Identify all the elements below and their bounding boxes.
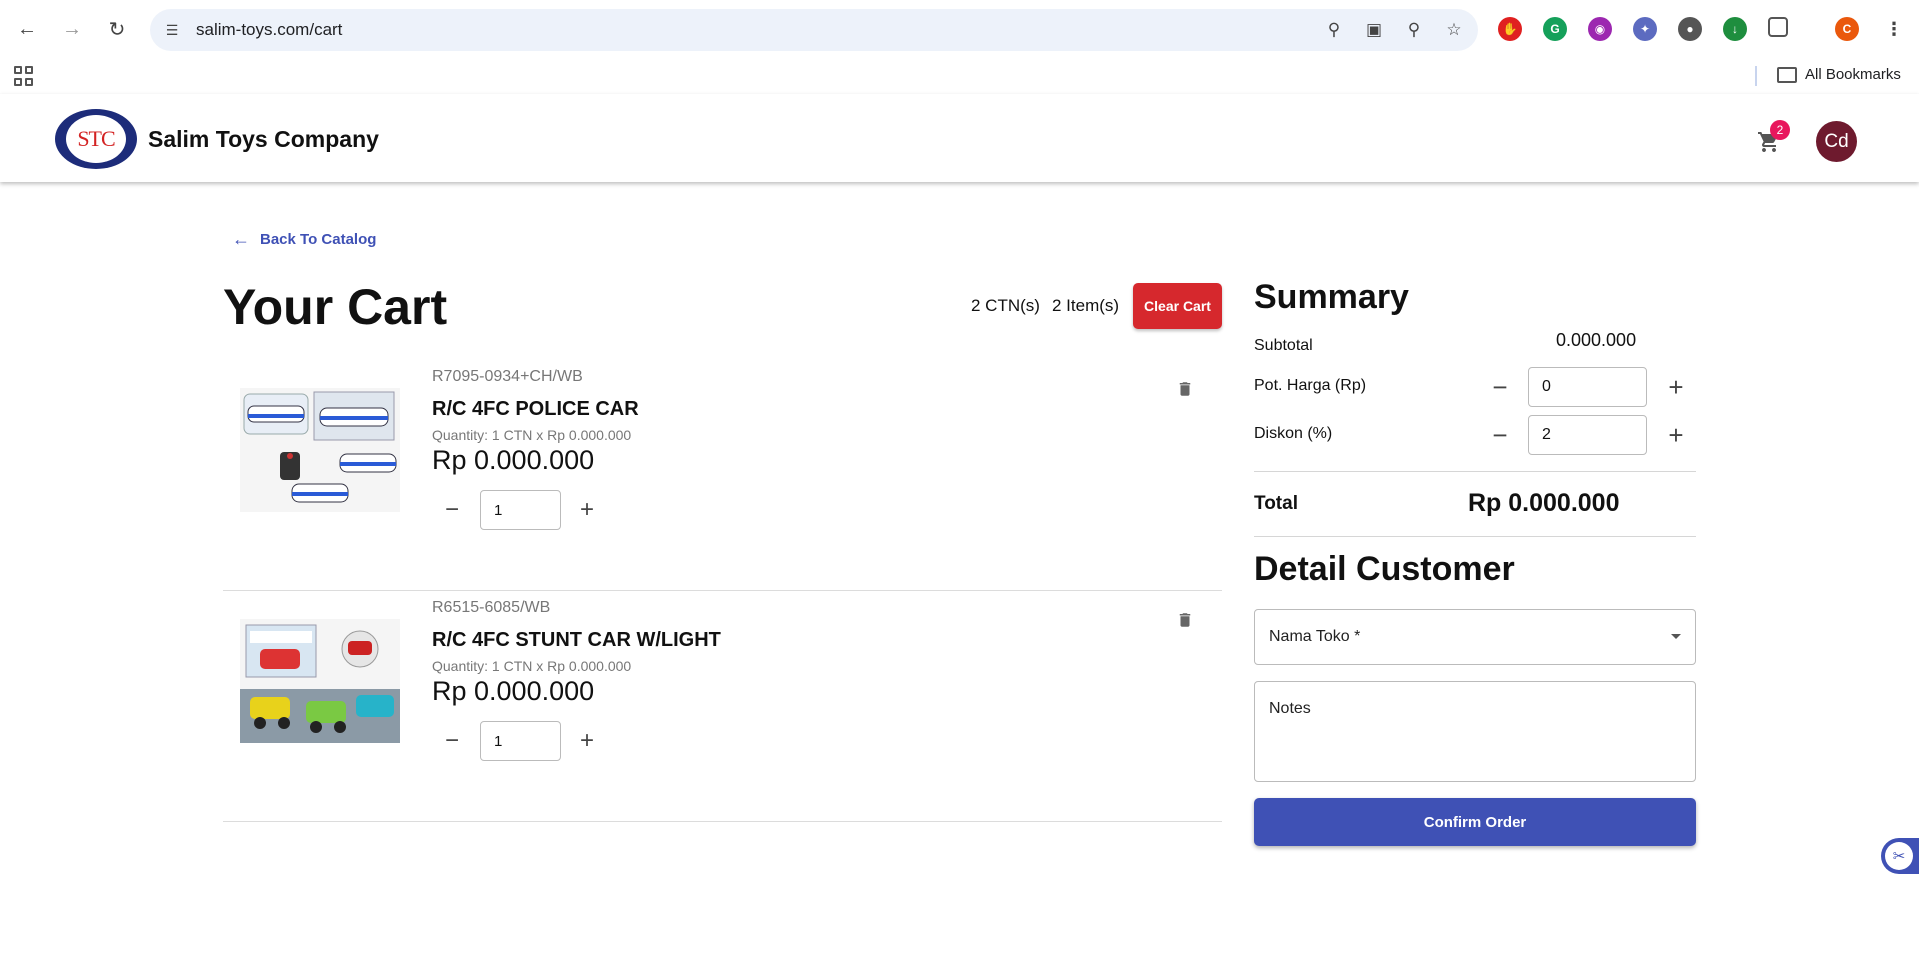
total-value: Rp 0.000.000	[1468, 489, 1620, 517]
zoom-icon[interactable]: ⚲	[1402, 19, 1426, 41]
adblock-extension-icon[interactable]: ✋	[1498, 17, 1522, 41]
trash-icon[interactable]	[1176, 609, 1194, 631]
subtotal-value: 0.000.000	[1556, 330, 1637, 350]
company-logo[interactable]: STC	[55, 109, 137, 169]
product-image[interactable]	[240, 388, 400, 512]
browser-toolbar: ← → ↻ ☰ salim-toys.com/cart ⚲ ▣ ⚲ ☆ ✋ G …	[0, 0, 1919, 58]
product-code: R7095-0934+CH/WB	[432, 368, 583, 385]
quantity-line: Quantity: 1 CTN x Rp 0.000.000	[432, 658, 632, 674]
apps-grid-icon[interactable]	[14, 66, 34, 86]
summary-title: Summary	[1254, 278, 1409, 316]
increase-quantity-button[interactable]: +	[572, 495, 602, 525]
page-title: Your Cart	[223, 279, 448, 335]
address-bar[interactable]: ☰ salim-toys.com/cart ⚲ ▣ ⚲ ☆	[150, 9, 1478, 51]
total-label: Total	[1254, 493, 1298, 514]
user-avatar[interactable]: Cd	[1816, 121, 1857, 162]
reload-icon[interactable]: ↻	[102, 14, 132, 44]
grammarly-extension-icon[interactable]: G	[1543, 17, 1567, 41]
subtotal-label: Subtotal	[1254, 337, 1313, 354]
quantity-line: Quantity: 1 CTN x Rp 0.000.000	[432, 427, 632, 443]
extensions-puzzle-icon[interactable]	[1768, 17, 1788, 37]
cart-count-badge: 2	[1770, 120, 1790, 140]
diskon-plus-button[interactable]: +	[1661, 420, 1691, 450]
product-image[interactable]	[240, 619, 400, 743]
all-bookmarks-button[interactable]: All Bookmarks	[1777, 66, 1901, 83]
product-name: R/C 4FC STUNT CAR W/LIGHT	[432, 629, 721, 651]
company-name: Salim Toys Company	[148, 126, 379, 152]
decrease-quantity-button[interactable]: −	[437, 726, 467, 756]
back-to-catalog-link[interactable]: ← Back To Catalog	[232, 229, 376, 250]
password-key-icon[interactable]: ⚲	[1322, 19, 1346, 41]
product-price: Rp 0.000.000	[432, 676, 595, 706]
summary-divider	[1254, 471, 1696, 472]
all-bookmarks-label: All Bookmarks	[1805, 66, 1901, 83]
decrease-quantity-button[interactable]: −	[437, 495, 467, 525]
back-to-catalog-label: Back To Catalog	[260, 231, 377, 248]
bookmarks-divider	[1755, 66, 1757, 86]
url-text[interactable]: salim-toys.com/cart	[196, 20, 342, 40]
bookmark-star-icon[interactable]: ☆	[1442, 19, 1466, 41]
increase-quantity-button[interactable]: +	[572, 726, 602, 756]
logo-text: STC	[66, 115, 126, 163]
color-picker-extension-icon[interactable]: ◉	[1588, 17, 1612, 41]
product-code: R6515-6085/WB	[432, 599, 551, 616]
quantity-input[interactable]	[480, 721, 561, 761]
back-arrow-icon[interactable]: ←	[12, 14, 42, 44]
cart-item: R6515-6085/WB R/C 4FC STUNT CAR W/LIGHT …	[223, 591, 1222, 822]
robot-extension-icon[interactable]: ●	[1678, 17, 1702, 41]
forward-arrow-icon[interactable]: →	[57, 14, 87, 44]
arrow-left-icon: ←	[232, 229, 250, 249]
pot-harga-label: Pot. Harga (Rp)	[1254, 377, 1367, 394]
chevron-down-icon	[1671, 634, 1681, 639]
detail-customer-title: Detail Customer	[1254, 550, 1515, 588]
site-settings-icon[interactable]: ☰	[162, 20, 182, 40]
diskon-minus-button[interactable]: −	[1485, 420, 1515, 450]
app-header: STC Salim Toys Company 2 Cd	[0, 94, 1919, 182]
trash-icon[interactable]	[1176, 378, 1194, 400]
notes-textarea[interactable]: Notes	[1254, 681, 1696, 782]
pot-harga-input[interactable]	[1528, 367, 1647, 407]
pot-harga-plus-button[interactable]: +	[1661, 372, 1691, 402]
diskon-label: Diskon (%)	[1254, 425, 1333, 442]
bookmarks-bar: All Bookmarks	[0, 58, 1919, 94]
clear-cart-button[interactable]: Clear Cart	[1133, 283, 1222, 329]
nama-toko-select[interactable]: Nama Toko *	[1254, 609, 1696, 665]
cart-item: R7095-0934+CH/WB R/C 4FC POLICE CAR Quan…	[223, 360, 1222, 591]
nama-toko-label: Nama Toko *	[1269, 628, 1361, 645]
bird-extension-icon[interactable]: ✦	[1633, 17, 1657, 41]
folder-icon	[1777, 66, 1797, 83]
item-count: 2 Item(s)	[1052, 296, 1120, 315]
kebab-menu-icon[interactable]: ⋮	[1882, 17, 1906, 41]
confirm-order-button[interactable]: Confirm Order	[1254, 798, 1696, 846]
floating-assistant-button[interactable]: ✂	[1881, 838, 1919, 874]
download-extension-icon[interactable]: ↓	[1723, 17, 1747, 41]
diskon-input[interactable]	[1528, 415, 1647, 455]
summary-divider	[1254, 536, 1696, 537]
ctn-count: 2 CTN(s)	[971, 296, 1040, 315]
product-name: R/C 4FC POLICE CAR	[432, 398, 639, 420]
quantity-input[interactable]	[480, 490, 561, 530]
pot-harga-minus-button[interactable]: −	[1485, 372, 1515, 402]
profile-avatar[interactable]: C	[1835, 17, 1859, 41]
scissors-icon: ✂	[1885, 842, 1913, 870]
notes-label: Notes	[1269, 700, 1311, 717]
product-price: Rp 0.000.000	[432, 445, 595, 475]
install-app-icon[interactable]: ▣	[1362, 19, 1386, 41]
